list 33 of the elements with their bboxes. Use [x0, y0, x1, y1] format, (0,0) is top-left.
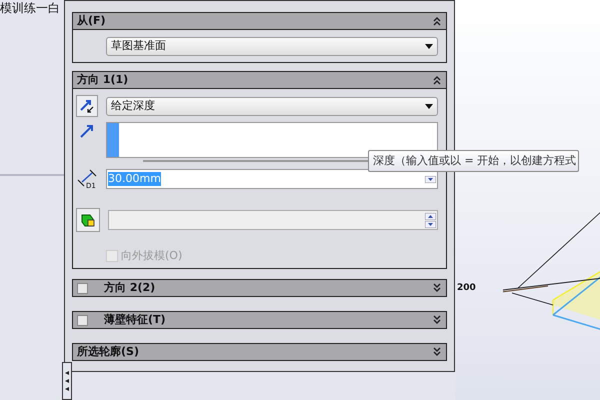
section-header[interactable]: 从(F) [72, 12, 447, 30]
collapse-icon[interactable] [432, 16, 442, 26]
collapse-icon[interactable] [432, 75, 442, 85]
section-title: 所选轮廓(S) [77, 344, 139, 360]
draft-label: 向外拔模(O) [121, 248, 182, 264]
section-header[interactable]: 薄壁特征(T) [72, 311, 447, 329]
reverse-arrows-icon [79, 98, 95, 114]
section-header[interactable]: 方向 2(2) [72, 279, 447, 297]
draft-toggle-button[interactable] [76, 208, 100, 232]
expand-icon[interactable] [432, 347, 442, 357]
expand-icon[interactable] [432, 283, 442, 293]
document-title: 模训练一白 [0, 0, 61, 16]
collapse-panel-icon[interactable] [65, 370, 69, 392]
section-title: 方向 2(2) [104, 280, 156, 296]
dropdown[interactable]: 草图基准面 [106, 36, 438, 56]
section-title: 薄壁特征(T) [104, 312, 166, 328]
section-checkbox[interactable] [77, 282, 88, 294]
section-checkbox[interactable] [77, 314, 88, 326]
dimension-label: 200 [457, 282, 476, 295]
spinner-icon[interactable] [425, 212, 436, 228]
section-title: 从(F) [77, 12, 106, 29]
dropdown[interactable]: 给定深度 [106, 96, 438, 116]
expand-icon[interactable] [432, 315, 442, 325]
spinner-icon[interactable] [425, 176, 436, 182]
tooltip: 深度（输入值或以 = 开始，以创建方程式 [368, 150, 580, 172]
section-header[interactable]: 方向 1(1) [72, 71, 447, 89]
caret-icon [425, 104, 433, 108]
draft-angle-field[interactable] [108, 210, 438, 230]
solid-block-icon [80, 212, 96, 228]
caret-icon [425, 44, 433, 48]
reverse-direction-button[interactable] [76, 95, 98, 117]
section-header[interactable]: 所选轮廓(S) [72, 343, 447, 361]
section-title: 方向 1(1) [77, 72, 128, 88]
